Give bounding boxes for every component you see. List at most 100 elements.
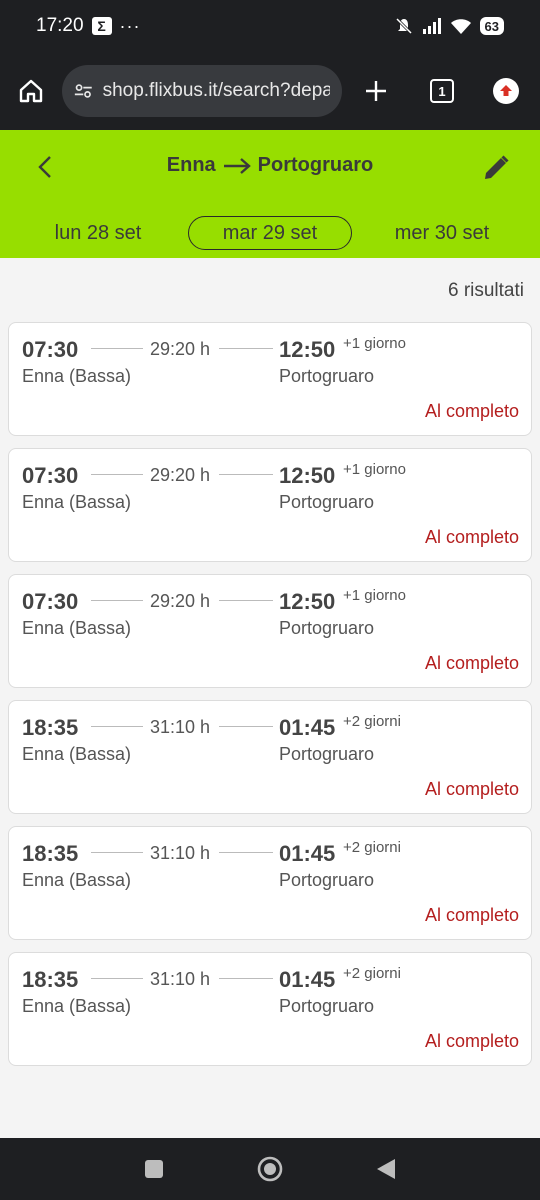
availability-status: Al completo: [424, 779, 519, 799]
availability-status: Al completo: [424, 905, 519, 925]
departure-time: 18:35: [22, 841, 79, 866]
pencil-icon: [485, 155, 509, 179]
divider: [219, 852, 273, 853]
divider: [91, 978, 143, 979]
wifi-icon: [450, 19, 471, 34]
divider: [219, 600, 273, 601]
update-icon: [493, 78, 519, 104]
arrival-time: 01:45: [279, 967, 336, 992]
home-icon: [19, 79, 43, 103]
site-settings-icon[interactable]: [74, 81, 93, 101]
destination-city: Portogruaro: [257, 154, 374, 176]
day-offset: +1 giorno: [343, 461, 406, 478]
day-offset: +2 giorni: [343, 713, 401, 730]
triangle-back-icon: [377, 1159, 395, 1179]
trip-card[interactable]: 18:35 31:10 h 01:45 +2 giorni Enna (Bass…: [8, 826, 532, 940]
browser-home-button[interactable]: [0, 52, 62, 130]
arrival-time: 12:50: [279, 589, 336, 614]
day-offset: +1 giorno: [343, 587, 406, 604]
trip-card[interactable]: 18:35 31:10 h 01:45 +2 giorni Enna (Bass…: [8, 952, 532, 1066]
trip-duration: 29:20 h: [150, 339, 211, 359]
address-bar[interactable]: shop.flixbus.it/search?departure: [62, 65, 342, 117]
departure-time: 07:30: [22, 463, 79, 488]
availability-status: Al completo: [424, 527, 519, 547]
more-notifications-icon: ···: [119, 15, 141, 36]
trip-card[interactable]: 07:30 29:20 h 12:50 +1 giorno Enna (Bass…: [8, 322, 532, 436]
date-prev[interactable]: lun 28 set: [38, 216, 158, 250]
route-title: Enna Portogruaro: [0, 154, 540, 177]
day-offset: +2 giorni: [343, 839, 401, 856]
arrival-station: Portogruaro: [279, 996, 375, 1016]
trip-card[interactable]: 18:35 31:10 h 01:45 +2 giorni Enna (Bass…: [8, 700, 532, 814]
status-left: 17:20 Σ ···: [36, 15, 141, 37]
plus-icon: [366, 81, 386, 101]
arrival-time: 01:45: [279, 715, 336, 740]
browser-update-button[interactable]: [474, 52, 538, 130]
departure-station: Enna (Bassa): [22, 618, 132, 638]
origin-city: Enna: [166, 154, 216, 176]
arrival-station: Portogruaro: [279, 618, 375, 638]
departure-time: 07:30: [22, 589, 79, 614]
notification-badge-icon: Σ: [91, 17, 112, 35]
divider: [91, 600, 143, 601]
departure-station: Enna (Bassa): [22, 744, 132, 764]
system-back-button[interactable]: [370, 1153, 402, 1185]
availability-status: Al completo: [424, 653, 519, 673]
divider: [91, 726, 143, 727]
day-offset: +2 giorni: [343, 965, 401, 982]
trip-duration: 31:10 h: [150, 969, 211, 989]
arrival-station: Portogruaro: [279, 492, 375, 512]
route-header: Enna Portogruaro lun 28 set mar 29 set m…: [0, 130, 540, 258]
trip-duration: 31:10 h: [150, 717, 211, 737]
edit-search-button[interactable]: [480, 152, 512, 184]
departure-time: 18:35: [22, 967, 79, 992]
divider: [219, 978, 273, 979]
departure-station: Enna (Bassa): [22, 492, 132, 512]
departure-station: Enna (Bassa): [22, 366, 132, 386]
trip-card[interactable]: 07:30 29:20 h 12:50 +1 giorno Enna (Bass…: [8, 448, 532, 562]
new-tab-button[interactable]: [342, 52, 410, 130]
browser-toolbar: shop.flixbus.it/search?departure 1: [0, 52, 540, 130]
mute-icon: [395, 17, 412, 35]
date-next[interactable]: mer 30 set: [380, 216, 504, 250]
battery-icon: 63: [479, 17, 504, 35]
arrival-station: Portogruaro: [279, 870, 375, 890]
arrival-station: Portogruaro: [279, 744, 375, 764]
departure-station: Enna (Bassa): [22, 996, 132, 1016]
tab-switcher-button[interactable]: 1: [410, 52, 474, 130]
day-offset: +1 giorno: [343, 335, 406, 352]
divider: [91, 348, 143, 349]
divider: [219, 474, 273, 475]
divider: [219, 348, 273, 349]
tab-count: 1: [430, 79, 454, 103]
trip-duration: 29:20 h: [150, 465, 211, 485]
divider: [91, 474, 143, 475]
arrival-time: 12:50: [279, 463, 336, 488]
status-bar: 17:20 Σ ··· 63: [0, 0, 540, 52]
square-icon: [145, 1160, 163, 1178]
trip-card[interactable]: 07:30 29:20 h 12:50 +1 giorno Enna (Bass…: [8, 574, 532, 688]
arrow-right-icon: [223, 157, 251, 174]
arrival-time: 12:50: [279, 337, 336, 362]
arrival-time: 01:45: [279, 841, 336, 866]
recents-button[interactable]: [138, 1153, 170, 1185]
departure-station: Enna (Bassa): [22, 870, 132, 890]
system-nav-bar: [0, 1138, 540, 1200]
arrival-station: Portogruaro: [279, 366, 375, 386]
departure-time: 07:30: [22, 337, 79, 362]
results-count: 6 risultati: [447, 280, 524, 301]
url-text: shop.flixbus.it/search?departure: [102, 80, 330, 101]
date-current[interactable]: mar 29 set: [188, 216, 352, 250]
divider: [219, 726, 273, 727]
availability-status: Al completo: [424, 1031, 519, 1051]
date-selector: lun 28 set mar 29 set mer 30 set: [0, 216, 540, 250]
system-home-button[interactable]: [254, 1153, 286, 1185]
trip-duration: 31:10 h: [150, 843, 211, 863]
results-list: 07:30 29:20 h 12:50 +1 giorno Enna (Bass…: [8, 322, 532, 1078]
divider: [91, 852, 143, 853]
trip-duration: 29:20 h: [150, 591, 211, 611]
signal-icon: [422, 18, 441, 34]
circle-icon: [257, 1156, 283, 1182]
clock: 17:20: [36, 15, 84, 36]
status-right: 63: [394, 16, 504, 36]
